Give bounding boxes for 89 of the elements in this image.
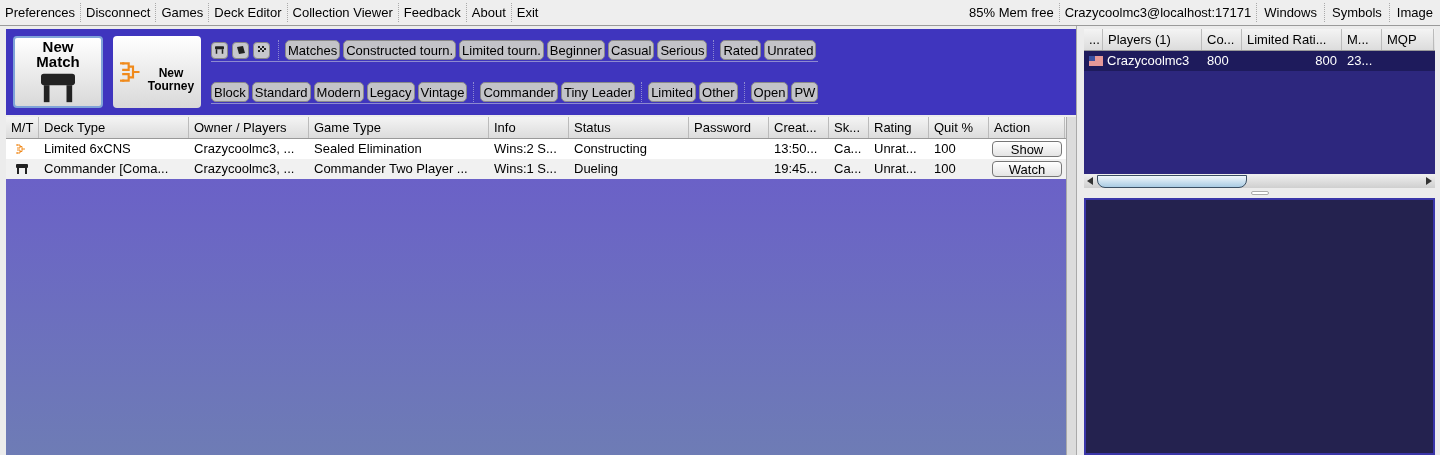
column-header[interactable]: Game Type [309,117,489,138]
menu-item[interactable]: Symbols [1324,2,1389,23]
table-cell-text: 19:45... [774,160,818,179]
filter-button[interactable]: Limited [648,82,697,102]
filter-button[interactable]: Rated [720,40,762,60]
column-header[interactable]: Quit % [929,117,989,138]
column-header[interactable]: ... [1084,29,1103,50]
filter-button[interactable]: PW [791,82,819,102]
table-cell-text: Unrat... [874,140,917,159]
action-button[interactable]: Watch [992,161,1062,177]
connection-status: Crazycoolmc3@localhost:17171 [1058,2,1257,23]
filter-button[interactable]: Other [699,82,738,102]
menu-item[interactable]: Deck Editor [208,2,287,23]
menu-item[interactable]: Disconnect [80,2,156,23]
filter-button[interactable]: Standard [251,82,311,102]
column-header[interactable]: Sk... [829,117,869,138]
filter-button[interactable]: Block [211,82,249,102]
memory-status: 85% Mem free [968,3,1055,22]
column-header[interactable]: M... [1342,29,1382,50]
menu-item[interactable]: Exit [510,2,544,23]
filter-button[interactable]: Open [750,82,789,102]
table-cell-text: Wins:1 S... [494,160,557,179]
card-icon [235,45,246,55]
column-header[interactable]: Deck Type [39,117,189,138]
table-cell-text: Commander [Coma... [44,160,169,179]
table-cell-text: Crazycoolmc3, ... [194,160,295,179]
column-header[interactable]: Co... [1202,29,1242,50]
filter-button[interactable]: Modern [313,82,364,102]
player-row[interactable]: Crazycoolmc3 800 800 23... [1084,51,1435,71]
filter-button[interactable]: Matches [285,40,341,60]
column-header[interactable]: M/T [6,117,39,138]
action-button[interactable]: Show [992,141,1062,157]
checkered-flag-icon [256,45,267,55]
table-cell-text: 23... [1347,52,1373,71]
menu-item[interactable]: Feedback [397,2,466,23]
table-cell-text: Unrat... [874,160,917,179]
filter-button[interactable]: Serious [657,40,708,60]
filter-button[interactable]: Vintage [417,82,468,102]
column-header[interactable]: Owner / Players [189,117,309,138]
match-filter-button[interactable] [211,41,228,59]
menu-item[interactable]: Collection Viewer [286,2,398,23]
table-cell-text: Wins:2 S... [494,140,557,159]
table-icon [40,71,76,105]
menu-item[interactable]: Preferences [0,2,81,23]
new-match-button[interactable]: New Match [13,36,103,108]
scrollbar-thumb[interactable] [1097,174,1247,188]
column-header[interactable]: Info [489,117,569,138]
column-header[interactable]: MQP [1382,29,1434,50]
column-header[interactable]: Action [989,117,1065,138]
column-header[interactable]: Players (1) [1103,29,1202,50]
player-name: Crazycoolmc3 [1107,52,1190,71]
column-header[interactable]: Status [569,117,689,138]
filter-button[interactable]: Beginner [546,40,605,60]
flag-filter-button[interactable] [253,41,270,59]
column-header[interactable]: Rating [869,117,929,138]
filter-button[interactable]: Casual [607,40,655,60]
table-icon [215,45,224,55]
table-cell-text: 100 [934,160,956,179]
table-cell-text: Dueling [574,160,619,179]
new-tourney-button[interactable]: New Tourney [113,36,201,108]
card-filter-button[interactable] [232,41,249,59]
table-cell-text: 100 [934,140,956,159]
flag-icon [1089,56,1103,66]
filter-button[interactable]: Legacy [366,82,415,102]
column-header[interactable]: Creat... [769,117,829,138]
table-cell-text: Sealed Elimination [314,140,422,159]
menu-item[interactable]: Windows [1256,2,1324,23]
menu-item[interactable]: Games [155,2,209,23]
column-header[interactable]: Limited Rati... [1242,29,1342,50]
table-cell-text: Limited 6xCNS [44,140,131,159]
table-cell-text: Ca... [834,160,862,179]
table-cell-text: 800 [1315,52,1337,71]
filter-button[interactable]: Tiny Leader [560,82,636,102]
menu-item[interactable]: About [465,2,511,23]
filter-button[interactable]: Constructed tourn. [343,40,457,60]
table-cell-text: Ca... [834,140,862,159]
filter-button[interactable]: Commander [480,82,558,102]
table-cell-text: Commander Two Player ... [314,160,468,179]
table-cell-text: 13:50... [774,140,818,159]
filter-button[interactable]: Limited tourn. [459,40,544,60]
table-cell-text: 800 [1207,52,1229,71]
menu-item[interactable]: Image [1388,2,1440,23]
column-header[interactable]: Password [689,117,769,138]
filter-button[interactable]: Unrated [764,40,817,60]
scroll-right-icon[interactable] [1426,177,1432,185]
table-cell-text: Constructing [574,140,647,159]
table-cell-text: Crazycoolmc3, ... [194,140,295,159]
horizontal-scrollbar[interactable] [1084,174,1435,188]
vertical-scrollbar[interactable] [1066,117,1076,455]
